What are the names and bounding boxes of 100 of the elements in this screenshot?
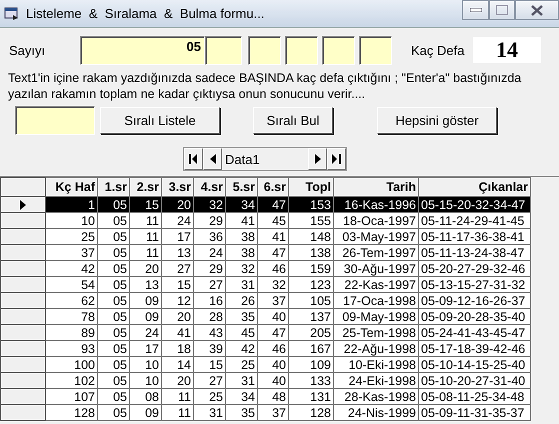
- table-cell: 08: [130, 388, 162, 404]
- table-cell: 10: [130, 356, 162, 372]
- table-cell: 24: [130, 324, 162, 340]
- table-cell: 05: [98, 340, 130, 356]
- last-record-button[interactable]: [327, 148, 346, 170]
- first-record-button[interactable]: [184, 148, 203, 170]
- table-cell: 26: [226, 292, 258, 308]
- table-cell: 128: [46, 404, 98, 420]
- table-cell: 159: [288, 260, 334, 276]
- table-cell: 153: [288, 196, 334, 212]
- table-cell: 131: [288, 388, 334, 404]
- row-header[interactable]: [0, 388, 46, 404]
- column-header[interactable]: 4.sr: [194, 178, 226, 196]
- action-button[interactable]: Sıralı Bul: [253, 106, 333, 134]
- close-icon: [531, 4, 543, 16]
- row-header[interactable]: [0, 228, 46, 244]
- table-cell: 05: [98, 324, 130, 340]
- number-field[interactable]: [248, 36, 281, 64]
- table-cell: 18: [162, 340, 194, 356]
- row-header[interactable]: [0, 276, 46, 292]
- table-cell: 109: [288, 356, 334, 372]
- column-header[interactable]: Kç Haf: [46, 178, 98, 196]
- table-cell: 05-10-14-15-25-40: [418, 356, 530, 372]
- table-cell: 10: [46, 212, 98, 228]
- next-record-button[interactable]: [308, 148, 327, 170]
- table-cell: 12: [162, 292, 194, 308]
- table-cell: 15: [162, 276, 194, 292]
- table-cell: 37: [258, 292, 288, 308]
- number-field[interactable]: [205, 36, 242, 64]
- column-header[interactable]: 2.sr: [130, 178, 162, 196]
- row-header[interactable]: [0, 260, 46, 276]
- number-field[interactable]: [359, 36, 392, 64]
- maximize-icon: [496, 5, 508, 15]
- table-cell: 24-Nis-1999: [334, 404, 418, 420]
- row-header[interactable]: [0, 212, 46, 228]
- table-cell: 26-Tem-1997: [334, 244, 418, 260]
- row-header[interactable]: [0, 196, 46, 212]
- table-cell: 27: [194, 372, 226, 388]
- table-cell: 05: [98, 308, 130, 324]
- table-cell: 05: [98, 260, 130, 276]
- table-cell: 38: [226, 228, 258, 244]
- row-header[interactable]: [0, 356, 46, 372]
- table-cell: 105: [288, 292, 334, 308]
- count-label: Kaç Defa: [411, 42, 466, 58]
- previous-record-button[interactable]: [203, 148, 222, 170]
- number-field[interactable]: [322, 36, 355, 64]
- close-button[interactable]: [515, 0, 559, 20]
- table-cell: 20: [162, 372, 194, 388]
- table-cell: 93: [46, 340, 98, 356]
- table-cell: 09-May-1998: [334, 308, 418, 324]
- table-cell: 46: [258, 260, 288, 276]
- column-header[interactable]: 1.sr: [98, 178, 130, 196]
- column-header[interactable]: Tarih: [334, 178, 418, 196]
- table-cell: 05-11-17-36-38-41: [418, 228, 530, 244]
- first-icon: [189, 154, 198, 164]
- action-button[interactable]: Hepsini göster: [377, 106, 497, 134]
- app-icon: [4, 6, 20, 20]
- table-cell: 45: [226, 324, 258, 340]
- table-cell: 37: [46, 244, 98, 260]
- minimize-button[interactable]: [462, 0, 489, 20]
- column-header[interactable]: 3.sr: [162, 178, 194, 196]
- table-cell: 27: [194, 276, 226, 292]
- number-field[interactable]: [285, 36, 318, 64]
- table-cell: 16: [194, 292, 226, 308]
- table-cell: 31: [226, 276, 258, 292]
- row-header[interactable]: [0, 324, 46, 340]
- row-header[interactable]: [0, 308, 46, 324]
- table-cell: 41: [226, 212, 258, 228]
- table-cell: 123: [288, 276, 334, 292]
- table-cell: 102: [46, 372, 98, 388]
- table-cell: 54: [46, 276, 98, 292]
- table-cell: 05: [98, 212, 130, 228]
- table-cell: 09: [130, 308, 162, 324]
- table-cell: 25: [194, 388, 226, 404]
- row-header[interactable]: [0, 340, 46, 356]
- table-cell: 05-08-11-25-34-48: [418, 388, 530, 404]
- column-header[interactable]: Çıkanlar: [418, 178, 530, 196]
- table-cell: 37: [258, 404, 288, 420]
- column-header[interactable]: Topl: [288, 178, 334, 196]
- table-cell: 148: [288, 228, 334, 244]
- table-cell: 20: [162, 196, 194, 212]
- table-cell: 17: [162, 228, 194, 244]
- table-cell: 05: [98, 404, 130, 420]
- row-header[interactable]: [0, 372, 46, 388]
- table-cell: 107: [46, 388, 98, 404]
- column-header[interactable]: 6.sr: [258, 178, 288, 196]
- table-cell: 32: [194, 196, 226, 212]
- table-cell: 78: [46, 308, 98, 324]
- action-button[interactable]: Sıralı Listele: [100, 106, 220, 134]
- column-header[interactable]: 5.sr: [226, 178, 258, 196]
- row-header[interactable]: [0, 244, 46, 260]
- table-cell: 25-Tem-1998: [334, 324, 418, 340]
- table-cell: 40: [258, 356, 288, 372]
- table-cell: 15: [194, 356, 226, 372]
- number-field[interactable]: 05: [80, 36, 205, 64]
- row-header[interactable]: [0, 404, 46, 420]
- input-field[interactable]: [15, 106, 95, 134]
- row-header[interactable]: [0, 292, 46, 308]
- table-cell: 05-09-11-31-35-37: [418, 404, 530, 420]
- table-cell: 11: [130, 228, 162, 244]
